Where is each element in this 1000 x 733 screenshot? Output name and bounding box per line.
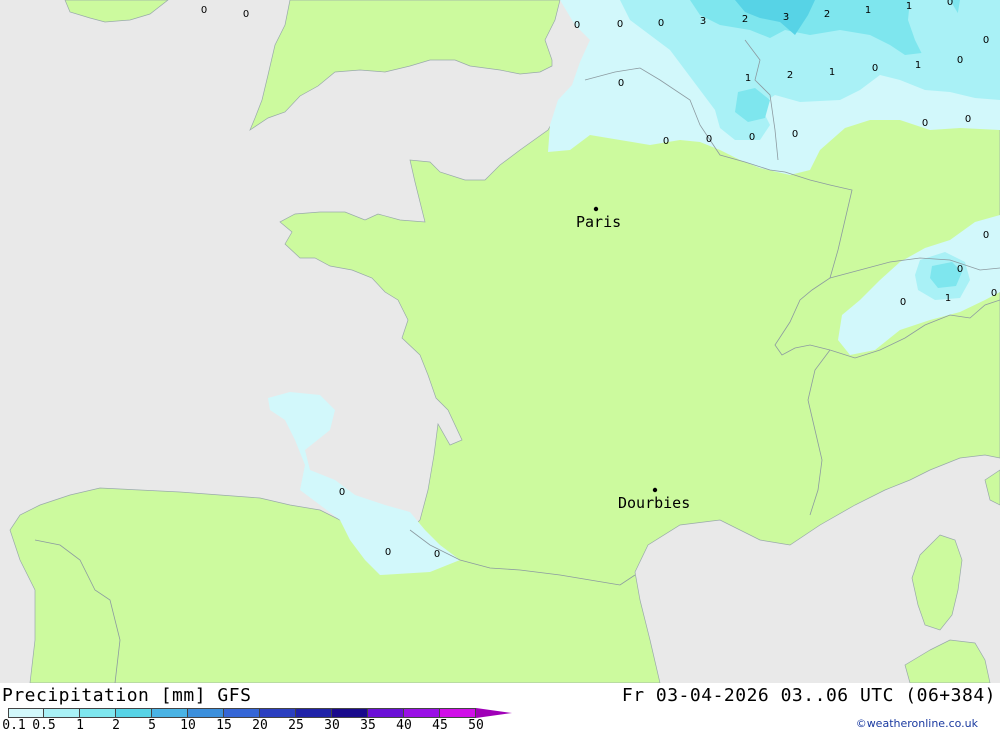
legend-label: 5 (148, 718, 156, 733)
grid-value: 0 (434, 549, 440, 560)
grid-value: 0 (957, 55, 963, 66)
grid-value: 1 (945, 293, 951, 304)
legend-label: 0.1 (2, 718, 26, 733)
map-title: Precipitation [mm] GFS (2, 685, 252, 706)
grid-value: 0 (900, 297, 906, 308)
grid-value: 0 (922, 118, 928, 129)
grid-value: 0 (574, 20, 580, 31)
legend-label: 25 (288, 718, 304, 733)
precipitation-legend-labels: 0.1 0.5 1 2 5 10 15 20 25 30 35 40 45 50 (0, 718, 520, 733)
grid-value: 0 (947, 0, 953, 8)
credit-link[interactable]: ©weatheronline.co.uk (856, 717, 978, 730)
grid-value: 0 (957, 264, 963, 275)
legend-label: 45 (432, 718, 448, 733)
legend-label: 35 (360, 718, 376, 733)
grid-value: 0 (965, 114, 971, 125)
legend-swatch (224, 708, 260, 718)
legend-swatch (332, 708, 368, 718)
precipitation-map: Paris Dourbies 0 0 0 0 0 3 2 3 2 1 1 0 0… (0, 0, 1000, 683)
grid-value: 0 (872, 63, 878, 74)
grid-value: 0 (792, 129, 798, 140)
forecast-timestamp: Fr 03-04-2026 03..06 UTC (06+384) (621, 685, 996, 706)
grid-value: 3 (783, 12, 789, 23)
grid-value: 0 (658, 18, 664, 29)
map-footer: Precipitation [mm] GFS Fr 03-04-2026 03.… (0, 683, 1000, 733)
legend-swatch (44, 708, 80, 718)
legend-swatch (188, 708, 224, 718)
legend-swatch (368, 708, 404, 718)
legend-label: 30 (324, 718, 340, 733)
grid-value: 0 (201, 5, 207, 16)
grid-value: 0 (339, 487, 345, 498)
precipitation-legend-bar (8, 708, 512, 718)
legend-swatch (152, 708, 188, 718)
legend-label: 20 (252, 718, 268, 733)
city-marker-dourbies (652, 487, 658, 493)
city-label-dourbies: Dourbies (618, 494, 690, 512)
grid-value: 1 (865, 5, 871, 16)
grid-value: 0 (385, 547, 391, 558)
grid-value: 2 (742, 14, 748, 25)
legend-swatch (260, 708, 296, 718)
grid-value: 1 (829, 67, 835, 78)
legend-swatch (440, 708, 476, 718)
grid-value: 0 (991, 288, 997, 299)
legend-label: 1 (76, 718, 84, 733)
grid-value: 2 (787, 70, 793, 81)
legend-swatch (404, 708, 440, 718)
grid-value: 1 (906, 1, 912, 12)
grid-value: 0 (663, 136, 669, 147)
grid-value: 0 (243, 9, 249, 20)
grid-value: 0 (983, 230, 989, 241)
legend-label: 10 (180, 718, 196, 733)
grid-value: 1 (745, 73, 751, 84)
grid-value: 3 (700, 16, 706, 27)
grid-value: 2 (824, 9, 830, 20)
grid-value: 0 (618, 78, 624, 89)
grid-value: 0 (706, 134, 712, 145)
legend-swatch (80, 708, 116, 718)
legend-swatch (8, 708, 44, 718)
grid-value: 0 (617, 19, 623, 30)
legend-label: 40 (396, 718, 412, 733)
grid-value: 0 (983, 35, 989, 46)
legend-label: 2 (112, 718, 120, 733)
grid-value: 0 (749, 132, 755, 143)
legend-overflow-arrow (476, 708, 512, 718)
legend-label: 0.5 (32, 718, 56, 733)
legend-swatch (296, 708, 332, 718)
legend-label: 15 (216, 718, 232, 733)
city-label-paris: Paris (576, 213, 621, 231)
legend-label: 50 (468, 718, 484, 733)
city-marker-paris (593, 206, 599, 212)
legend-swatch (116, 708, 152, 718)
grid-value: 1 (915, 60, 921, 71)
